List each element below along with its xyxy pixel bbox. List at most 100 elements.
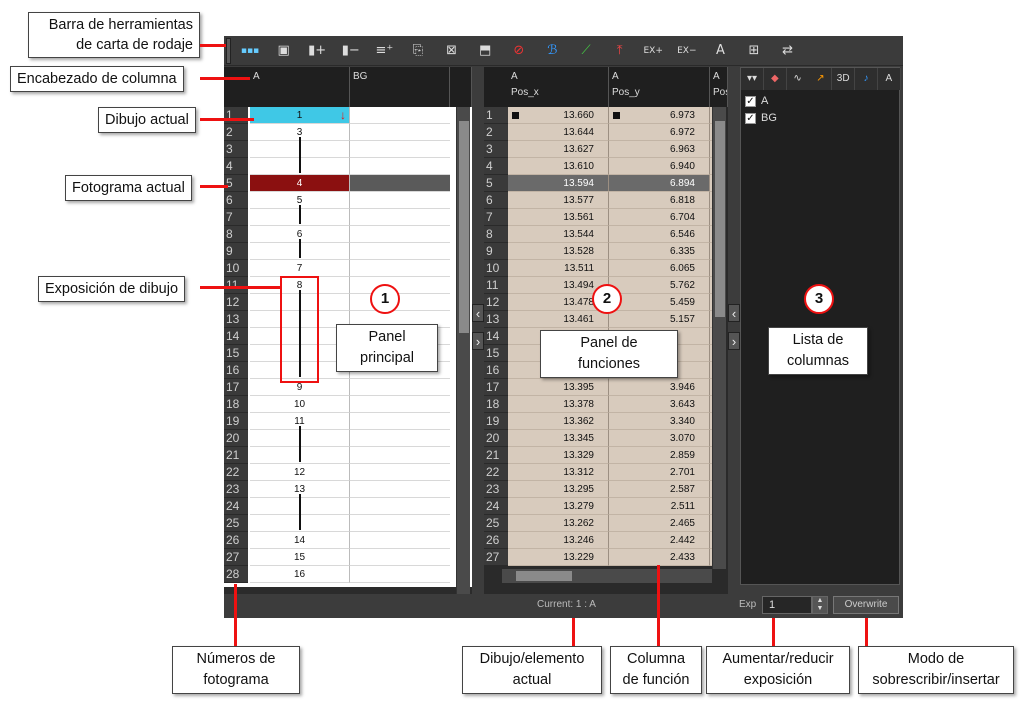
function-cell[interactable]: 13.528 — [508, 243, 609, 260]
frame-number[interactable]: 22 — [484, 464, 508, 481]
tab-sound[interactable]: ♪ — [855, 68, 878, 90]
function-cell[interactable]: 13.511 — [508, 260, 609, 277]
frame-number[interactable]: 13 — [484, 311, 508, 328]
function-cell[interactable]: 6.973 — [609, 107, 710, 124]
frame-number[interactable]: 8 — [224, 226, 248, 243]
exposure-cell[interactable]: 7 — [250, 260, 350, 277]
frame-number[interactable]: 17 — [224, 379, 248, 396]
bg-cell[interactable] — [350, 447, 450, 464]
frame-number[interactable]: 18 — [224, 396, 248, 413]
function-cell[interactable]: 2.587 — [609, 481, 710, 498]
frame-number[interactable]: 6 — [484, 192, 508, 209]
script-icon[interactable]: ℬ — [540, 40, 564, 62]
function-cell[interactable]: 13.345 — [508, 430, 609, 447]
frame-number[interactable]: 26 — [224, 532, 248, 549]
function-cell[interactable]: 13.577 — [508, 192, 609, 209]
tab-3d[interactable]: 3D — [832, 68, 856, 90]
expand-main-right-button[interactable]: › — [472, 332, 484, 350]
frame-number[interactable]: 27 — [224, 549, 248, 566]
bg-cell[interactable] — [350, 464, 450, 481]
current-frame-function-cell[interactable]: 13.594 — [508, 175, 609, 192]
function-cell[interactable]: 13.229 — [508, 549, 609, 566]
function-header-pos[interactable]: A Pos — [710, 67, 728, 107]
bg-cell[interactable] — [350, 413, 450, 430]
collapse-main-left-button[interactable]: ‹ — [472, 304, 484, 322]
function-cell[interactable]: 6.963 — [609, 141, 710, 158]
frame-number[interactable]: 22 — [224, 464, 248, 481]
function-cell[interactable]: 2.442 — [609, 532, 710, 549]
brush-icon[interactable]: ⟋ — [574, 40, 598, 62]
bg-cell[interactable] — [350, 141, 450, 158]
reduce-ex-icon[interactable]: EX− — [675, 40, 699, 62]
bg-cell[interactable] — [350, 175, 450, 192]
frame-number[interactable]: 13 — [224, 311, 248, 328]
expand-ex-icon[interactable]: EX+ — [641, 40, 665, 62]
function-header-pos-y[interactable]: A Pos_y — [609, 67, 710, 107]
function-cell[interactable]: 2.701 — [609, 464, 710, 481]
exposure-input[interactable]: 1 — [762, 596, 812, 614]
frame-number[interactable]: 14 — [484, 328, 508, 345]
function-cell[interactable]: 6.335 — [609, 243, 710, 260]
function-cell[interactable]: 13.279 — [508, 498, 609, 515]
frame-number[interactable]: 24 — [224, 498, 248, 515]
frame-number[interactable]: 15 — [484, 345, 508, 362]
frame-number[interactable]: 7 — [484, 209, 508, 226]
function-cell[interactable]: 13.544 — [508, 226, 609, 243]
function-cell[interactable]: 13.295 — [508, 481, 609, 498]
tab-transforms[interactable]: ↗ — [809, 68, 833, 90]
frame-number[interactable]: 25 — [484, 515, 508, 532]
bg-cell[interactable] — [350, 515, 450, 532]
column-list-item[interactable]: ✓ BG — [745, 111, 777, 126]
frame-number[interactable]: 7 — [224, 209, 248, 226]
frame-number[interactable]: 8 — [484, 226, 508, 243]
bg-cell[interactable] — [350, 396, 450, 413]
add-column-icon[interactable]: ▮+ — [305, 40, 329, 62]
exposure-cell[interactable]: 14 — [250, 532, 350, 549]
frame-number[interactable]: 5 — [484, 175, 508, 192]
function-cell[interactable]: 13.660 — [508, 107, 609, 124]
frame-number[interactable]: 3 — [224, 141, 248, 158]
bg-cell[interactable] — [350, 498, 450, 515]
function-cell[interactable]: 3.070 — [609, 430, 710, 447]
function-cell[interactable]: 13.329 — [508, 447, 609, 464]
bg-cell[interactable] — [350, 294, 450, 311]
frame-number[interactable]: 11 — [484, 277, 508, 294]
frame-number[interactable]: 9 — [224, 243, 248, 260]
function-cell[interactable]: 3.643 — [609, 396, 710, 413]
function-cell[interactable]: 13.627 — [508, 141, 609, 158]
frame-number[interactable]: 16 — [484, 362, 508, 379]
function-cell[interactable]: 6.065 — [609, 260, 710, 277]
fill-frames-icon[interactable]: ≡⁺ — [372, 40, 396, 62]
toolbar-grip[interactable] — [226, 38, 231, 64]
bg-cell[interactable] — [350, 532, 450, 549]
function-cell[interactable]: 6.704 — [609, 209, 710, 226]
function-cell[interactable]: 13.378 — [508, 396, 609, 413]
frame-number[interactable]: 14 — [224, 328, 248, 345]
exposure-cell[interactable]: 10 — [250, 396, 350, 413]
function-cell[interactable]: 13.644 — [508, 124, 609, 141]
frame-number[interactable]: 19 — [484, 413, 508, 430]
current-drawing-cell[interactable]: 1 — [250, 107, 350, 124]
frame-number[interactable]: 10 — [224, 260, 248, 277]
main-scrollbar[interactable] — [456, 107, 470, 594]
frame-number[interactable]: 4 — [484, 158, 508, 175]
function-scroll-thumb[interactable] — [715, 121, 725, 317]
frame-number[interactable]: 12 — [224, 294, 248, 311]
function-cell[interactable]: 3.340 — [609, 413, 710, 430]
collapse-function-left-button[interactable]: ‹ — [728, 304, 740, 322]
text-icon[interactable]: A — [708, 40, 732, 62]
bg-cell[interactable] — [350, 277, 450, 294]
frame-number[interactable]: 24 — [484, 498, 508, 515]
tab-annotations[interactable]: A — [877, 68, 901, 90]
exposure-stepper[interactable]: ▲ ▼ — [812, 596, 828, 614]
frame-number[interactable]: 3 — [484, 141, 508, 158]
column-header-a[interactable]: A — [250, 67, 350, 107]
function-cell[interactable]: 13.395 — [508, 379, 609, 396]
frame-number[interactable]: 25 — [224, 515, 248, 532]
current-frame-function-cell[interactable]: 6.894 — [609, 175, 710, 192]
insert-icon[interactable]: ⊞ — [742, 40, 766, 62]
function-header-pos-x[interactable]: A Pos_x — [508, 67, 609, 107]
function-cell[interactable]: 2.465 — [609, 515, 710, 532]
column-header-bg[interactable]: BG — [350, 67, 450, 107]
checkbox-icon[interactable]: ✓ — [745, 95, 756, 107]
